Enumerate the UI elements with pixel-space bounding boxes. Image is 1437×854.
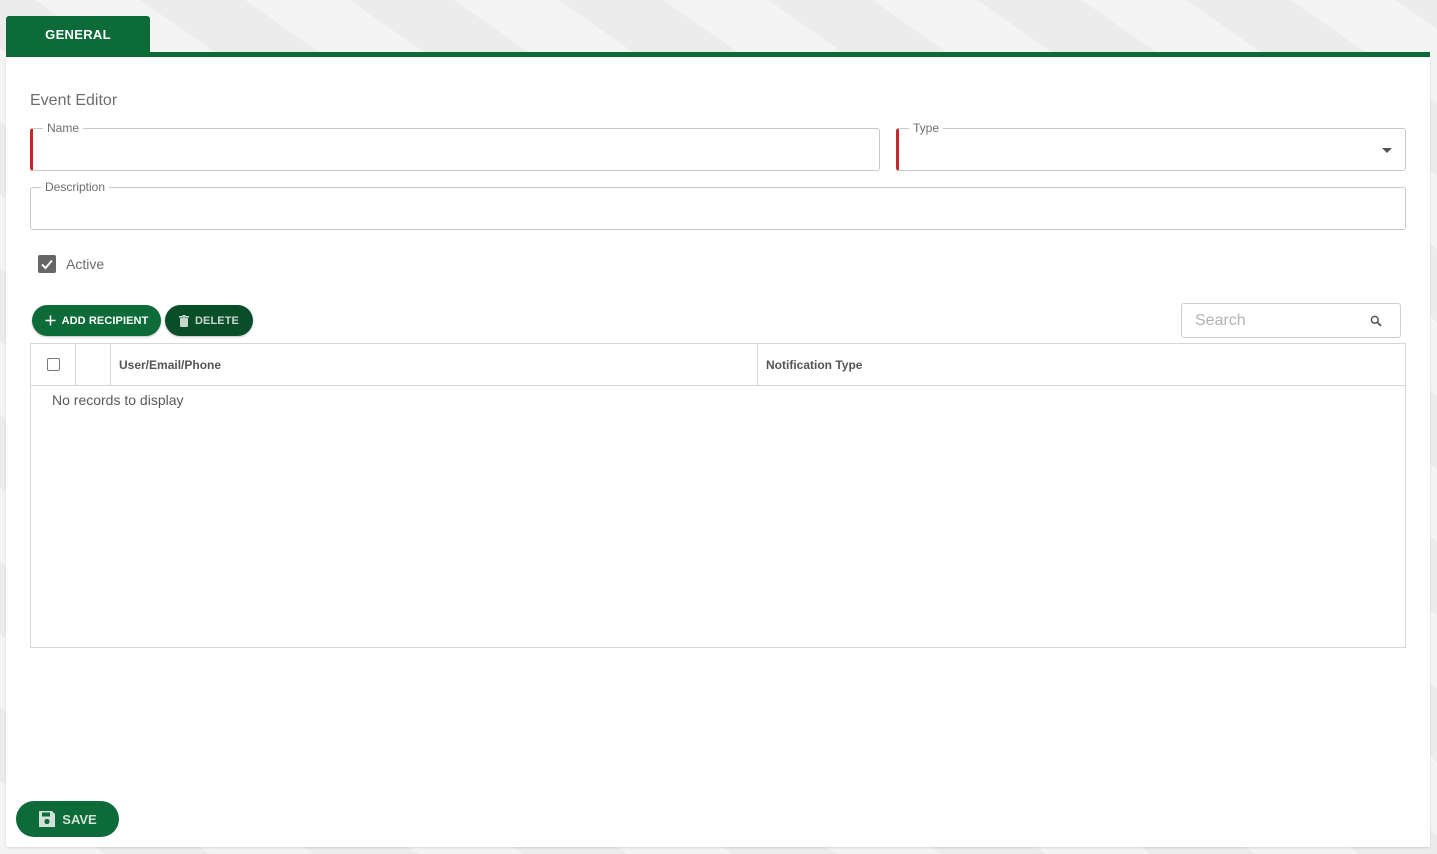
delete-button[interactable]: DELETE (165, 305, 253, 336)
name-field[interactable]: Name (30, 121, 880, 171)
floppy-disk-icon (38, 810, 56, 828)
save-label: SAVE (62, 811, 97, 827)
name-input[interactable] (33, 129, 879, 170)
column-header-user[interactable]: User/Email/Phone (111, 344, 758, 385)
trash-icon (179, 314, 189, 327)
chevron-down-icon[interactable] (1382, 148, 1392, 153)
general-panel: Event Editor Name Type Description Activ… (6, 57, 1430, 847)
search-icon[interactable] (1370, 314, 1382, 332)
type-select[interactable]: Type (896, 121, 1406, 171)
recipients-grid: User/Email/Phone Notification Type No re… (30, 343, 1406, 648)
search-input[interactable] (1182, 304, 1362, 337)
column-header-notification-type[interactable]: Notification Type (758, 344, 1405, 385)
tab-general[interactable]: GENERAL (6, 16, 150, 53)
plus-icon (45, 315, 56, 326)
active-label: Active (66, 256, 105, 272)
grid-header: User/Email/Phone Notification Type (31, 344, 1405, 386)
add-recipient-label: ADD RECIPIENT (61, 314, 149, 327)
active-checkbox[interactable] (38, 255, 56, 273)
active-checkbox-row[interactable]: Active (38, 255, 104, 273)
select-all-checkbox[interactable] (46, 358, 60, 371)
add-recipient-button[interactable]: ADD RECIPIENT (32, 305, 161, 336)
description-field[interactable]: Description (30, 180, 1406, 230)
grid-header-select-all (31, 344, 76, 385)
description-input[interactable] (31, 188, 1405, 229)
delete-label: DELETE (195, 314, 239, 327)
editor-title: Event Editor (30, 92, 118, 109)
empty-message: No records to display (52, 392, 184, 408)
save-button[interactable]: SAVE (16, 801, 119, 837)
grid-header-blank (76, 344, 111, 385)
type-field-label: Type (909, 121, 944, 135)
checkmark-icon (41, 259, 53, 270)
search-box[interactable] (1181, 303, 1401, 338)
